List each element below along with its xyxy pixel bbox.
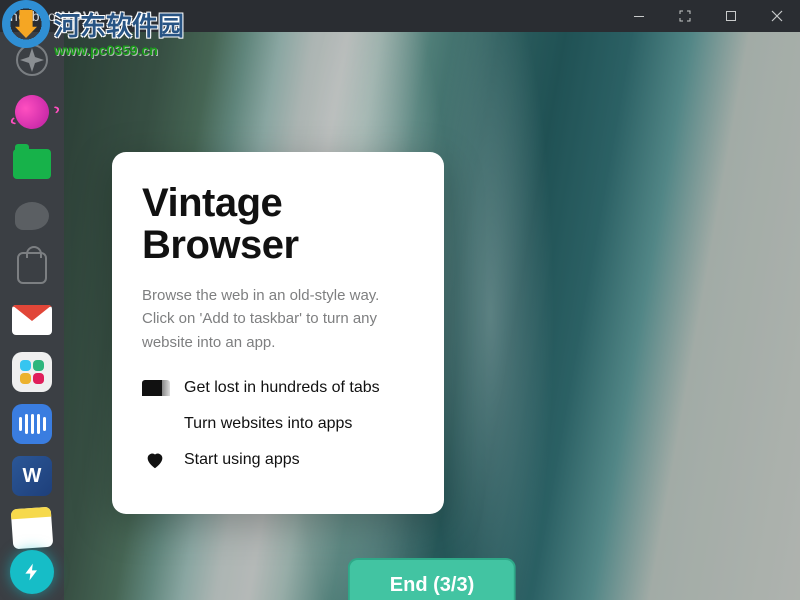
onboarding-description: Browse the web in an old-style way. Clic… (142, 284, 414, 354)
feature-label: Start using apps (184, 451, 300, 469)
sidebar-item-intercom[interactable] (10, 402, 54, 446)
sidebar-item-slack[interactable] (10, 350, 54, 394)
sidebar: W (0, 32, 64, 600)
minimize-icon (633, 10, 645, 22)
close-icon (771, 10, 783, 22)
sidebar-item-files[interactable] (10, 142, 54, 186)
folder-icon (13, 149, 51, 179)
sidebar-item-chat[interactable] (10, 194, 54, 238)
onboarding-card: Vintage Browser Browse the web in an old… (112, 152, 444, 514)
intercom-icon (12, 404, 52, 444)
feature-apps: Turn websites into apps (142, 414, 414, 434)
chat-icon (15, 202, 49, 230)
feature-label: Turn websites into apps (184, 415, 352, 433)
close-button[interactable] (754, 0, 800, 32)
fullscreen-icon (679, 10, 691, 22)
app-brand: horbito NOVA (10, 8, 102, 24)
sidebar-item-planet[interactable] (10, 90, 54, 134)
brand-product: NOVA (61, 8, 102, 24)
titlebar: horbito NOVA (0, 0, 800, 32)
sidebar-quick-action[interactable] (10, 550, 54, 594)
maximize-icon (725, 10, 737, 22)
sidebar-item-notes[interactable] (10, 506, 54, 550)
gmail-icon (12, 305, 52, 335)
sidebar-item-word[interactable]: W (10, 454, 54, 498)
main-area: Vintage Browser Browse the web in an old… (64, 32, 800, 600)
maximize-button[interactable] (708, 0, 754, 32)
tabs-icon (142, 378, 168, 398)
minimize-button[interactable] (616, 0, 662, 32)
notes-icon (11, 507, 54, 550)
feature-label: Get lost in hundreds of tabs (184, 379, 380, 397)
onboarding-end-button[interactable]: End (3/3) (348, 558, 516, 600)
bolt-icon (22, 562, 42, 582)
fullscreen-button[interactable] (662, 0, 708, 32)
heart-icon (142, 450, 168, 470)
brand-name: horbito (10, 8, 56, 24)
workspace: W Vintage Browser Browse the web in an o… (0, 32, 800, 600)
feature-tabs: Get lost in hundreds of tabs (142, 378, 414, 398)
sidebar-item-compass[interactable] (10, 38, 54, 82)
apps-icon (142, 414, 168, 434)
compass-icon (15, 43, 49, 77)
planet-icon (11, 91, 53, 133)
end-button-label: End (3/3) (390, 574, 474, 596)
slack-icon (12, 352, 52, 392)
feature-heart: Start using apps (142, 450, 414, 470)
bag-icon (17, 252, 47, 284)
sidebar-item-gmail[interactable] (10, 298, 54, 342)
window-controls (616, 0, 800, 32)
word-icon: W (12, 456, 52, 496)
sidebar-item-store[interactable] (10, 246, 54, 290)
onboarding-title: Vintage Browser (142, 182, 414, 266)
